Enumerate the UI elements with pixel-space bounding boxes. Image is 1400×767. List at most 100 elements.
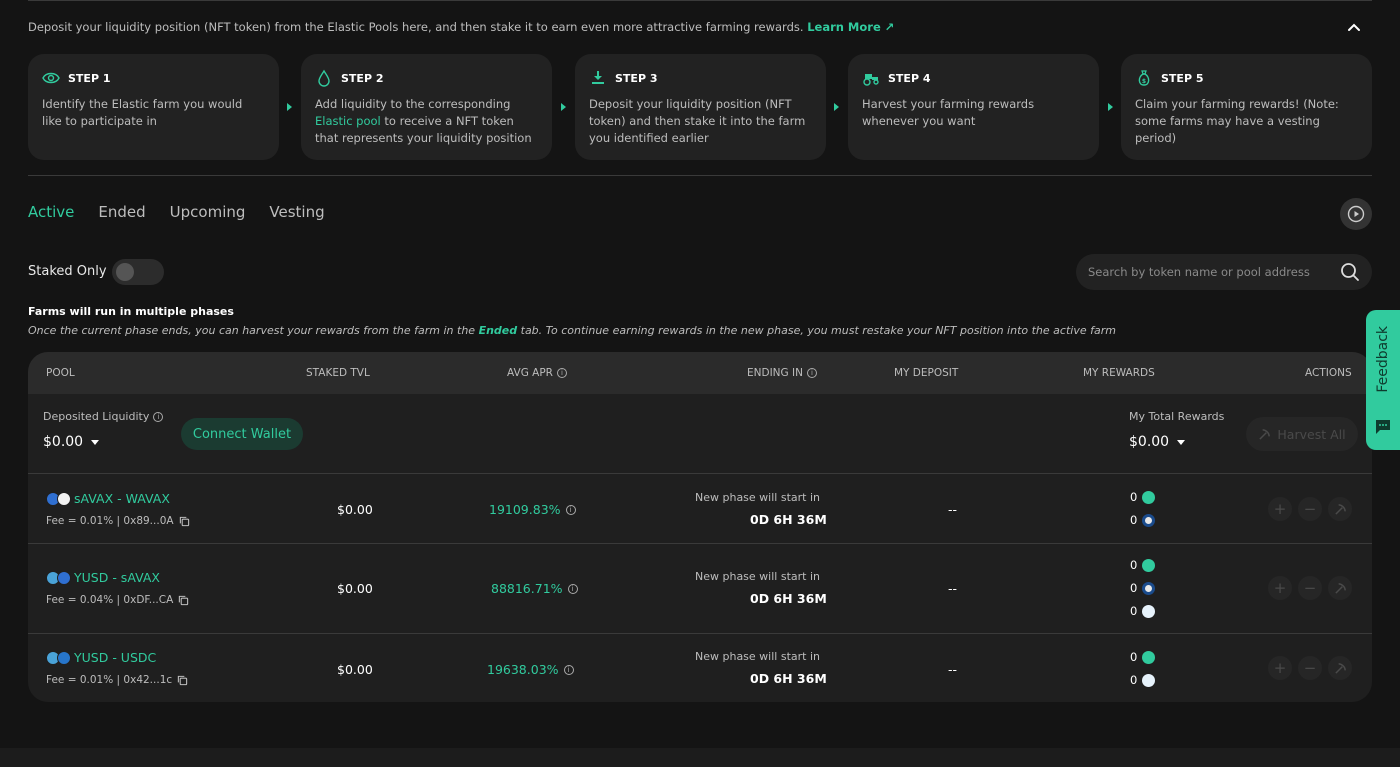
info-icon[interactable]: i: [563, 664, 574, 675]
unstake-minus-button[interactable]: −: [1298, 576, 1322, 600]
avg-apr: 19638.03% i: [487, 662, 574, 677]
elastic-pool-link[interactable]: Elastic pool: [315, 114, 381, 128]
download-icon: [592, 71, 604, 84]
info-icon[interactable]: i: [565, 504, 576, 515]
deposited-value-text: $0.00: [43, 434, 84, 450]
fee-text: Fee = 0.04% | 0xDF...CA: [46, 594, 174, 606]
row-actions: + −: [1268, 497, 1352, 521]
header-tvl: STAKED TVL: [306, 367, 370, 379]
money-bag-icon: $: [1138, 70, 1150, 86]
play-video-button[interactable]: [1340, 198, 1372, 230]
search-box: [1076, 254, 1372, 290]
fee-text: Fee = 0.01% | 0x89...0A: [46, 515, 174, 527]
tab-vesting[interactable]: Vesting: [269, 203, 324, 221]
connect-wallet-button[interactable]: Connect Wallet: [181, 418, 303, 450]
tab-upcoming[interactable]: Upcoming: [170, 203, 246, 221]
summary-row: Deposited Liquidity i $0.00 Connect Walle…: [28, 394, 1372, 474]
staked-tvl: $0.00: [337, 502, 373, 517]
info-icon[interactable]: i: [153, 411, 164, 422]
fee-text: Fee = 0.01% | 0x42...1c: [46, 674, 173, 686]
phase-title: Farms will run in multiple phases: [28, 305, 234, 318]
header-deposit: MY DEPOSIT: [894, 367, 959, 379]
pool-pair[interactable]: YUSD - USDC: [46, 650, 156, 665]
learn-more-link[interactable]: Learn More ↗: [807, 20, 894, 34]
deposited-label-text: Deposited Liquidity: [43, 410, 150, 423]
unstake-minus-button[interactable]: −: [1298, 497, 1322, 521]
reward-item: 0: [1130, 490, 1156, 504]
ending-time: 0D 6H 36M: [750, 671, 827, 686]
reward-amount: 0: [1130, 673, 1138, 687]
harvest-pickaxe-button[interactable]: [1328, 576, 1352, 600]
harvest-all-button[interactable]: Harvest All: [1246, 417, 1358, 451]
header-actions: ACTIONS: [1305, 367, 1352, 379]
farms-table: POOL STAKED TVL AVG APR i ENDING IN i MY D…: [28, 352, 1372, 702]
yeti-token-icon: [1142, 673, 1156, 687]
tab-ended[interactable]: Ended: [98, 203, 145, 221]
reward-amount: 0: [1130, 581, 1138, 595]
reward-item: 0: [1130, 513, 1156, 527]
stake-plus-button[interactable]: +: [1268, 497, 1292, 521]
ending-label: New phase will start in: [695, 491, 820, 504]
pool-pair[interactable]: YUSD - sAVAX: [46, 570, 160, 585]
pickaxe-icon: [1334, 662, 1346, 674]
step-title: STEP 3: [615, 71, 658, 85]
collapse-chevron-up-icon[interactable]: [1344, 18, 1364, 38]
token-logos: [46, 491, 71, 506]
avg-apr: 88816.71% i: [491, 581, 578, 596]
token-logos: [46, 570, 71, 585]
stake-plus-button[interactable]: +: [1268, 656, 1292, 680]
copy-icon[interactable]: [177, 675, 188, 686]
apr-value: 19109.83%: [489, 502, 561, 517]
total-rewards-value[interactable]: $0.00: [1129, 434, 1186, 450]
unstake-minus-button[interactable]: −: [1298, 656, 1322, 680]
step-card-5: $ STEP 5 Claim your farming rewards! (No…: [1121, 54, 1372, 160]
steps-guide: STEP 1 Identify the Elastic farm you wou…: [28, 54, 1372, 160]
step-arrow-icon: [834, 103, 839, 111]
chat-bubble-icon: [1376, 420, 1390, 434]
tab-active[interactable]: Active: [28, 203, 74, 221]
knc-token-icon: [1142, 558, 1156, 572]
deposited-liquidity-value[interactable]: $0.00: [43, 434, 100, 450]
harvest-pickaxe-button[interactable]: [1328, 497, 1352, 521]
my-deposit: --: [948, 502, 958, 517]
feedback-tab[interactable]: Feedback: [1366, 310, 1400, 450]
staked-tvl: $0.00: [337, 662, 373, 677]
footer-bar: [0, 748, 1400, 767]
header-apr-label: AVG APR: [507, 367, 553, 379]
svg-text:$: $: [1142, 78, 1146, 85]
ending-time: 0D 6H 36M: [750, 512, 827, 527]
reward-amount: 0: [1130, 513, 1138, 527]
search-icon[interactable]: [1340, 262, 1360, 282]
pickaxe-icon: [1334, 503, 1346, 515]
usdc-logo-icon: [57, 650, 71, 665]
staked-only-toggle[interactable]: [112, 259, 164, 285]
ended-tab-link[interactable]: Ended: [479, 324, 518, 337]
reward-amount: 0: [1130, 650, 1138, 664]
header-pool: POOL: [46, 367, 75, 379]
header-ending: ENDING IN i: [747, 367, 817, 379]
savax-logo-icon: [57, 570, 71, 585]
info-icon[interactable]: i: [567, 583, 578, 594]
apr-value: 19638.03%: [487, 662, 559, 677]
step-title: STEP 1: [68, 71, 111, 85]
token-logos: [46, 650, 71, 665]
info-icon[interactable]: i: [806, 368, 817, 378]
staked-only-label: Staked Only: [28, 264, 107, 279]
search-input[interactable]: [1088, 265, 1340, 279]
copy-icon[interactable]: [179, 516, 190, 527]
phase-note: Once the current phase ends, you can har…: [28, 324, 1116, 337]
my-deposit: --: [948, 581, 958, 596]
qi-token-icon: [1142, 581, 1156, 595]
header-ending-label: ENDING IN: [747, 367, 803, 379]
copy-icon[interactable]: [178, 595, 189, 606]
reward-item: 0: [1130, 581, 1156, 595]
toggle-knob: [116, 263, 134, 281]
info-icon[interactable]: i: [556, 368, 567, 378]
pool-fee: Fee = 0.04% | 0xDF...CA: [46, 594, 189, 606]
harvest-pickaxe-button[interactable]: [1328, 656, 1352, 680]
apr-value: 88816.71%: [491, 581, 563, 596]
pool-pair[interactable]: sAVAX - WAVAX: [46, 491, 170, 506]
stake-plus-button[interactable]: +: [1268, 576, 1292, 600]
reward-amount: 0: [1130, 604, 1138, 618]
table-row: sAVAX - WAVAX Fee = 0.01% | 0x89...0A $0…: [28, 475, 1372, 544]
